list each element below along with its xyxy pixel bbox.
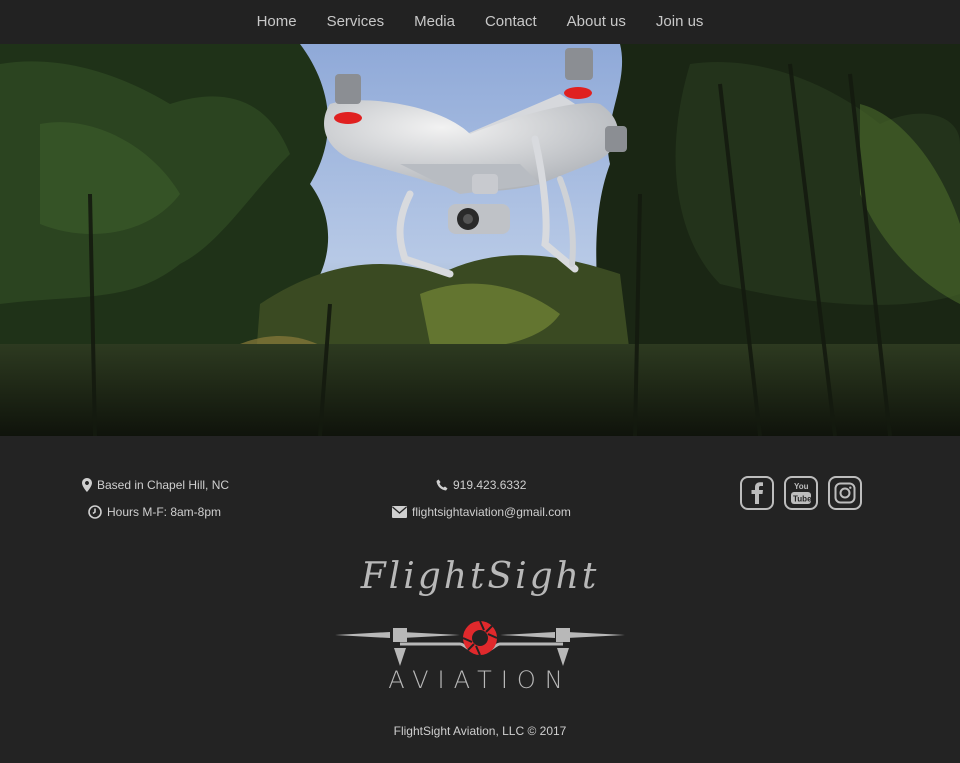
- instagram-icon: [834, 482, 856, 504]
- instagram-button[interactable]: [828, 476, 862, 510]
- logo-word-text: AVIATION: [388, 666, 572, 694]
- phone-info: 919.423.6332: [436, 478, 526, 492]
- svg-text:Tube: Tube: [793, 495, 812, 504]
- svg-text:You: You: [794, 482, 809, 491]
- logo-script-text: FlightSight: [360, 556, 600, 597]
- email-text[interactable]: flightsightaviation@gmail.com: [412, 505, 571, 519]
- location-text: Based in Chapel Hill, NC: [97, 478, 230, 492]
- location-info: Based in Chapel Hill, NC: [82, 478, 229, 492]
- social-links: You Tube: [740, 476, 862, 510]
- drone-logo-icon: [335, 620, 625, 666]
- facebook-icon: [751, 482, 763, 504]
- copyright-text: FlightSight Aviation, LLC © 2017: [393, 724, 567, 738]
- nav-services[interactable]: Services: [312, 0, 400, 44]
- phone-icon: [436, 479, 448, 491]
- nav-home[interactable]: Home: [242, 0, 312, 44]
- clock-icon: [88, 505, 102, 519]
- phone-text[interactable]: 919.423.6332: [453, 478, 526, 492]
- nav-about[interactable]: About us: [552, 0, 641, 44]
- main-nav: Home Services Media Contact About us Joi…: [0, 0, 960, 44]
- youtube-button[interactable]: You Tube: [784, 476, 818, 510]
- nav-contact[interactable]: Contact: [470, 0, 552, 44]
- envelope-icon: [392, 506, 407, 518]
- hero-image: [0, 44, 960, 436]
- brand-logo[interactable]: FlightSight AVIATION: [330, 556, 630, 696]
- nav-join[interactable]: Join us: [641, 0, 719, 44]
- drone-photo: [0, 44, 960, 436]
- hours-info: Hours M-F: 8am-8pm: [88, 505, 221, 519]
- map-pin-icon: [82, 478, 92, 492]
- hours-text: Hours M-F: 8am-8pm: [107, 505, 222, 519]
- footer: Based in Chapel Hill, NC Hours M-F: 8am-…: [0, 436, 960, 763]
- email-info: flightsightaviation@gmail.com: [392, 505, 571, 519]
- youtube-icon: You Tube: [791, 482, 812, 504]
- facebook-button[interactable]: [740, 476, 774, 510]
- nav-media[interactable]: Media: [399, 0, 470, 44]
